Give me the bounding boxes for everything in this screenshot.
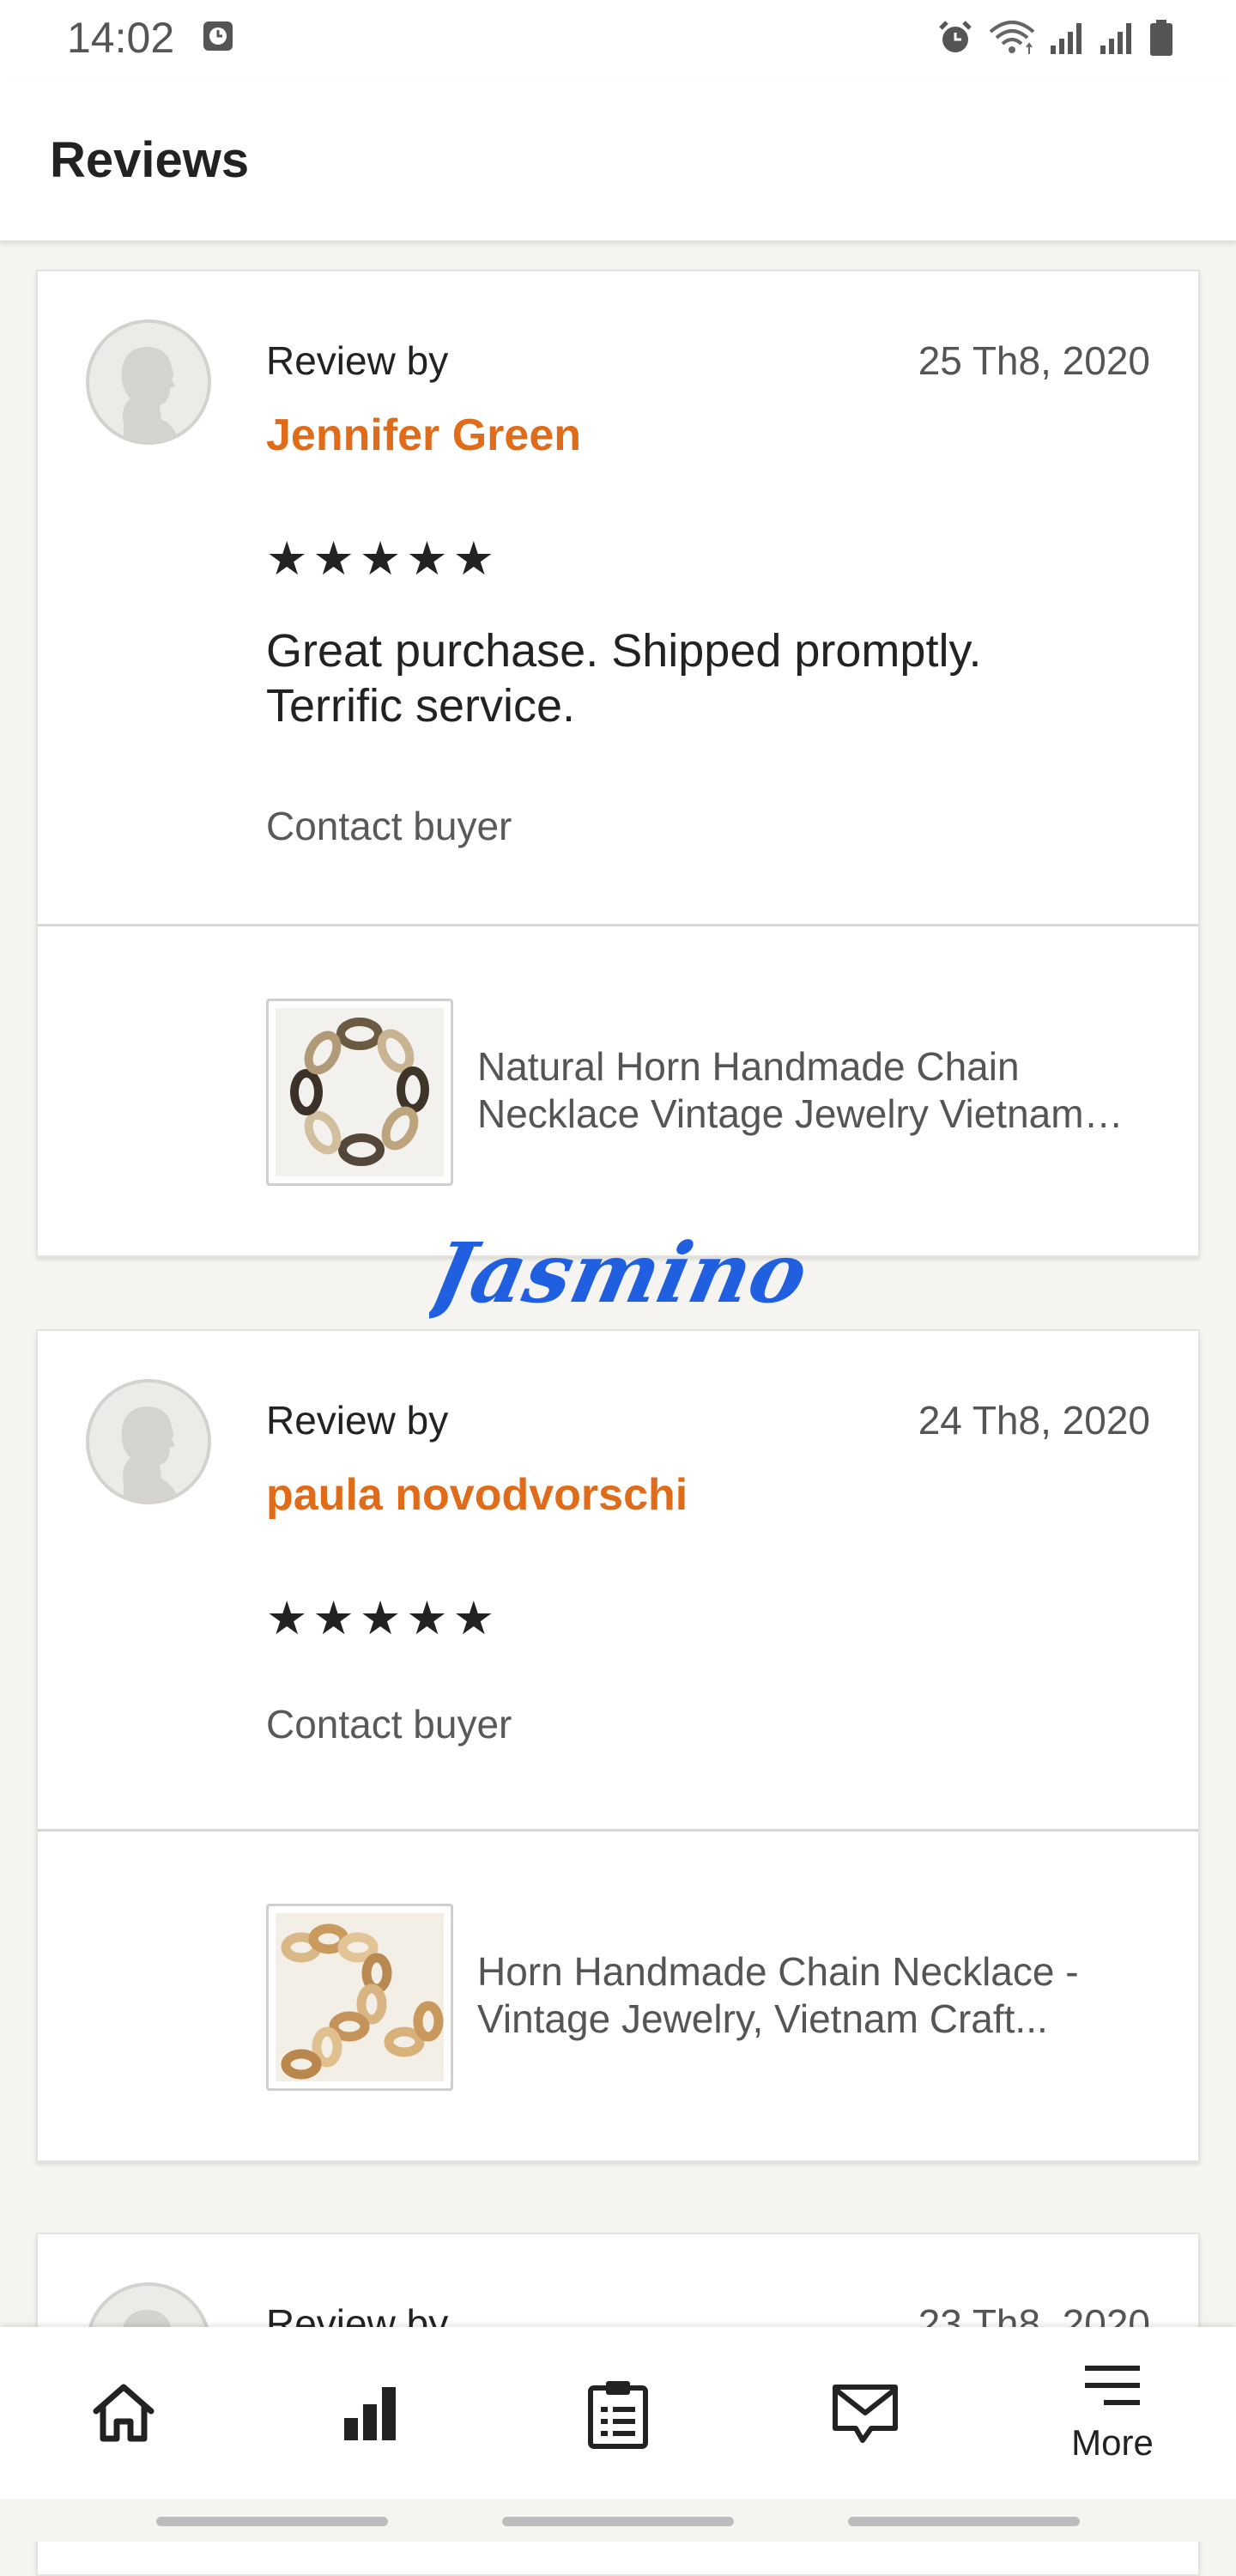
review-date: 25 Th8, 2020 bbox=[918, 338, 1150, 383]
gesture-pill-center[interactable] bbox=[502, 2517, 734, 2526]
gesture-pill-right[interactable] bbox=[848, 2517, 1080, 2526]
status-icons bbox=[936, 12, 1174, 64]
signal-icon bbox=[1051, 23, 1082, 54]
gesture-pill-left[interactable] bbox=[156, 2517, 388, 2526]
avatar[interactable] bbox=[86, 1379, 211, 1504]
contact-buyer-link[interactable]: Contact buyer bbox=[266, 1700, 512, 1748]
signal-icon-2 bbox=[1100, 23, 1131, 54]
default-avatar-icon bbox=[121, 347, 179, 441]
battery-icon bbox=[1150, 20, 1172, 56]
status-time: 14:02 bbox=[67, 14, 175, 62]
contact-buyer-link[interactable]: Contact buyer bbox=[266, 802, 512, 850]
review-section: Review by paula novodvorschi 24 Th8, 202… bbox=[38, 1331, 1198, 1829]
review-card: Review by paula novodvorschi 24 Th8, 202… bbox=[36, 1329, 1200, 2162]
wifi-icon bbox=[989, 21, 1035, 54]
reviewer-name[interactable]: paula novodvorschi bbox=[266, 1467, 688, 1523]
orders-icon bbox=[588, 2381, 648, 2449]
listing-thumbnail[interactable] bbox=[266, 1904, 453, 2091]
home-icon bbox=[93, 2384, 154, 2442]
page-title: Reviews bbox=[50, 132, 250, 188]
status-bar: 14:02 bbox=[0, 0, 1236, 77]
star-rating: ★★★★★ bbox=[266, 533, 500, 585]
default-avatar-icon bbox=[121, 1406, 179, 1501]
review-by-label: Review by bbox=[266, 1398, 449, 1443]
nav-more-label: More bbox=[1071, 2422, 1154, 2463]
necklace-image bbox=[276, 1008, 444, 1176]
listing-title[interactable]: Natural Horn Handmade Chain Necklace Vin… bbox=[477, 1043, 1164, 1138]
listing-title[interactable]: Horn Handmade Chain Necklace - Vintage J… bbox=[477, 1948, 1164, 2043]
nav-messages[interactable] bbox=[779, 2327, 951, 2499]
listing-thumbnail[interactable] bbox=[266, 999, 453, 1186]
reviewer-name[interactable]: Jennifer Green bbox=[266, 407, 581, 464]
review-date: 24 Th8, 2020 bbox=[918, 1398, 1150, 1443]
necklace-image bbox=[276, 1913, 444, 2081]
messages-icon bbox=[833, 2385, 898, 2443]
menu-icon bbox=[1085, 2366, 1140, 2405]
nav-home[interactable] bbox=[38, 2327, 209, 2499]
system-gesture-bar bbox=[0, 2499, 1236, 2542]
star-rating: ★★★★★ bbox=[266, 1593, 500, 1644]
listing-row[interactable]: Horn Handmade Chain Necklace - Vintage J… bbox=[38, 1832, 1198, 2160]
alarm-icon bbox=[939, 21, 972, 52]
nav-more[interactable]: More bbox=[1027, 2327, 1198, 2499]
bottom-navigation: More bbox=[0, 2327, 1236, 2499]
review-by-label: Review by bbox=[266, 338, 449, 383]
clock-app-icon bbox=[203, 21, 233, 51]
review-section: Review by Jennifer Green 25 Th8, 2020 ★★… bbox=[38, 271, 1198, 924]
app-header: Reviews bbox=[0, 77, 1236, 240]
listing-row[interactable]: Natural Horn Handmade Chain Necklace Vin… bbox=[38, 927, 1198, 1255]
avatar[interactable] bbox=[86, 319, 211, 445]
review-card: Review by Jennifer Green 25 Th8, 2020 ★★… bbox=[36, 270, 1200, 1257]
nav-orders[interactable] bbox=[532, 2327, 704, 2499]
nav-stats[interactable] bbox=[285, 2327, 457, 2499]
review-text: Great purchase. Shipped promptly. Terrif… bbox=[266, 625, 982, 732]
stats-icon bbox=[344, 2387, 396, 2440]
